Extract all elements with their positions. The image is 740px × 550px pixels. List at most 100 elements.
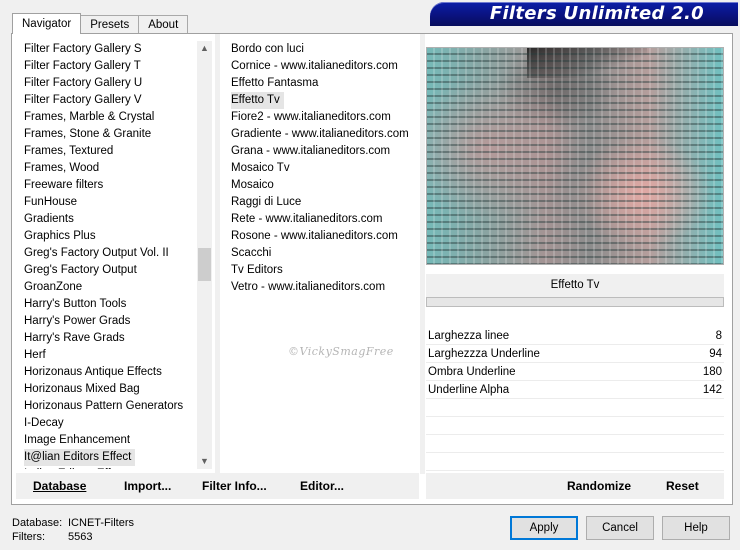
database-value: ICNET-Filters [68,517,134,529]
filter-item[interactable]: Rete - www.italianeditors.com [231,211,421,228]
category-list[interactable]: Filter Factory Gallery S Filter Factory G… [24,41,200,469]
category-item[interactable]: Italian Editors Effect [24,466,200,469]
category-label: Greg's Factory Output Vol. II [24,247,169,259]
parameter-slider[interactable]: Ombra Underline 180 [426,363,724,381]
category-item[interactable]: Frames, Textured [24,143,200,160]
category-item[interactable]: Frames, Wood [24,160,200,177]
category-item[interactable]: Graphics Plus [24,228,200,245]
category-item[interactable]: Frames, Marble & Crystal [24,109,200,126]
category-item[interactable]: I-Decay [24,415,200,432]
chevron-up-icon[interactable]: ▲ [197,41,212,56]
category-item[interactable]: Harry's Power Grads [24,313,200,330]
parameter-value: 180 [702,366,722,378]
filter-label: Scacchi [231,247,272,259]
scrollbar-thumb[interactable] [198,248,211,281]
filter-label: Effetto Fantasma [231,77,319,89]
category-item[interactable]: Gradients [24,211,200,228]
database-info: Database: ICNET-Filters Filters: 5563 [12,516,134,544]
category-label: Greg's Factory Output [24,264,137,276]
filter-item[interactable]: Grana - www.italianeditors.com [231,143,421,160]
filter-list[interactable]: Bordo con luci Cornice - www.italianedito… [231,41,421,469]
category-label: Filter Factory Gallery T [24,60,141,72]
filter-item[interactable]: Rosone - www.italianeditors.com [231,228,421,245]
category-scrollbar[interactable]: ▲ ▼ [197,41,212,469]
filter-item[interactable]: Scacchi [231,245,421,262]
category-item[interactable]: Horizonaus Pattern Generators [24,398,200,415]
filter-label: Gradiente - www.italianeditors.com [231,128,409,140]
tab-about[interactable]: About [138,15,189,34]
reset-button[interactable]: Reset [666,473,699,499]
parameter-value: 8 [715,330,722,342]
filter-label: Effetto Tv [231,92,284,109]
category-item[interactable]: Greg's Factory Output [24,262,200,279]
filter-item[interactable]: Cornice - www.italianeditors.com [231,58,421,75]
tab-presets[interactable]: Presets [80,15,140,34]
filter-label: Bordo con luci [231,43,304,55]
divider [215,34,220,474]
category-item[interactable]: Herf [24,347,200,364]
category-label: Harry's Power Grads [24,315,131,327]
category-item[interactable]: Harry's Button Tools [24,296,200,313]
apply-button[interactable]: Apply [510,516,578,540]
category-label: Harry's Rave Grads [24,332,125,344]
category-label: Frames, Stone & Granite [24,128,152,140]
filter-label: Rete - www.italianeditors.com [231,213,383,225]
category-item[interactable]: Horizonaus Antique Effects [24,364,200,381]
category-item[interactable]: Filter Factory Gallery V [24,92,200,109]
cancel-button[interactable]: Cancel [586,516,654,540]
filter-item[interactable]: Gradiente - www.italianeditors.com [231,126,421,143]
filter-info-button[interactable]: Filter Info... [202,473,267,499]
category-item[interactable]: Image Enhancement [24,432,200,449]
tab-bar: Navigator Presets About [12,13,189,34]
filter-item[interactable]: Raggi di Luce [231,194,421,211]
parameter-slider[interactable]: Underline Alpha 142 [426,381,724,399]
filter-item[interactable]: Fiore2 - www.italianeditors.com [231,109,421,126]
parameter-slider[interactable]: Larghezzza Underline 94 [426,345,724,363]
filter-item[interactable]: Bordo con luci [231,41,421,58]
database-button[interactable]: Database [33,473,86,499]
category-item[interactable]: GroanZone [24,279,200,296]
filter-item[interactable]: Effetto Fantasma [231,75,421,92]
filter-label: Cornice - www.italianeditors.com [231,60,398,72]
filters-count: 5563 [68,531,93,543]
filter-item[interactable]: Effetto Tv [231,92,421,109]
category-label: Horizonaus Antique Effects [24,366,162,378]
randomize-button[interactable]: Randomize [567,473,631,499]
category-item[interactable]: Horizonaus Mixed Bag [24,381,200,398]
filter-item[interactable]: Vetro - www.italianeditors.com [231,279,421,296]
parameter-slider[interactable]: Larghezza linee 8 [426,327,724,345]
filter-label: Fiore2 - www.italianeditors.com [231,111,391,123]
category-item[interactable]: Freeware filters [24,177,200,194]
category-item[interactable]: It@lian Editors Effect [24,449,200,466]
category-label: Frames, Marble & Crystal [24,111,155,123]
editor-button[interactable]: Editor... [300,473,344,499]
category-label: Filter Factory Gallery U [24,77,143,89]
category-label: Gradients [24,213,74,225]
import-button[interactable]: Import... [124,473,171,499]
tab-navigator[interactable]: Navigator [12,13,82,34]
filter-label: Vetro - www.italianeditors.com [231,281,386,293]
category-item[interactable]: Filter Factory Gallery S [24,41,200,58]
category-label: FunHouse [24,196,78,208]
category-item[interactable]: Filter Factory Gallery T [24,58,200,75]
category-item[interactable]: Greg's Factory Output Vol. II [24,245,200,262]
chevron-down-icon[interactable]: ▼ [197,454,212,469]
app-title: Filters Unlimited 2.0 [489,3,704,24]
filters-label: Filters: [12,531,45,543]
empty-parameter-slot [426,453,724,471]
filter-label: Grana - www.italianeditors.com [231,145,391,157]
help-button[interactable]: Help [662,516,730,540]
category-item[interactable]: Filter Factory Gallery U [24,75,200,92]
category-item[interactable]: Harry's Rave Grads [24,330,200,347]
category-label: Horizonaus Mixed Bag [24,383,140,395]
parameter-value: 94 [709,348,722,360]
filter-item[interactable]: Tv Editors [231,262,421,279]
category-item[interactable]: FunHouse [24,194,200,211]
category-item[interactable]: Frames, Stone & Granite [24,126,200,143]
divider [420,34,425,474]
parameter-list: Larghezza linee 8 Larghezzza Underline 94 Om… [426,327,724,471]
filter-item[interactable]: Mosaico [231,177,421,194]
category-label: Graphics Plus [24,230,96,242]
title-banner: Filters Unlimited 2.0 [430,2,738,26]
filter-item[interactable]: Mosaico Tv [231,160,421,177]
